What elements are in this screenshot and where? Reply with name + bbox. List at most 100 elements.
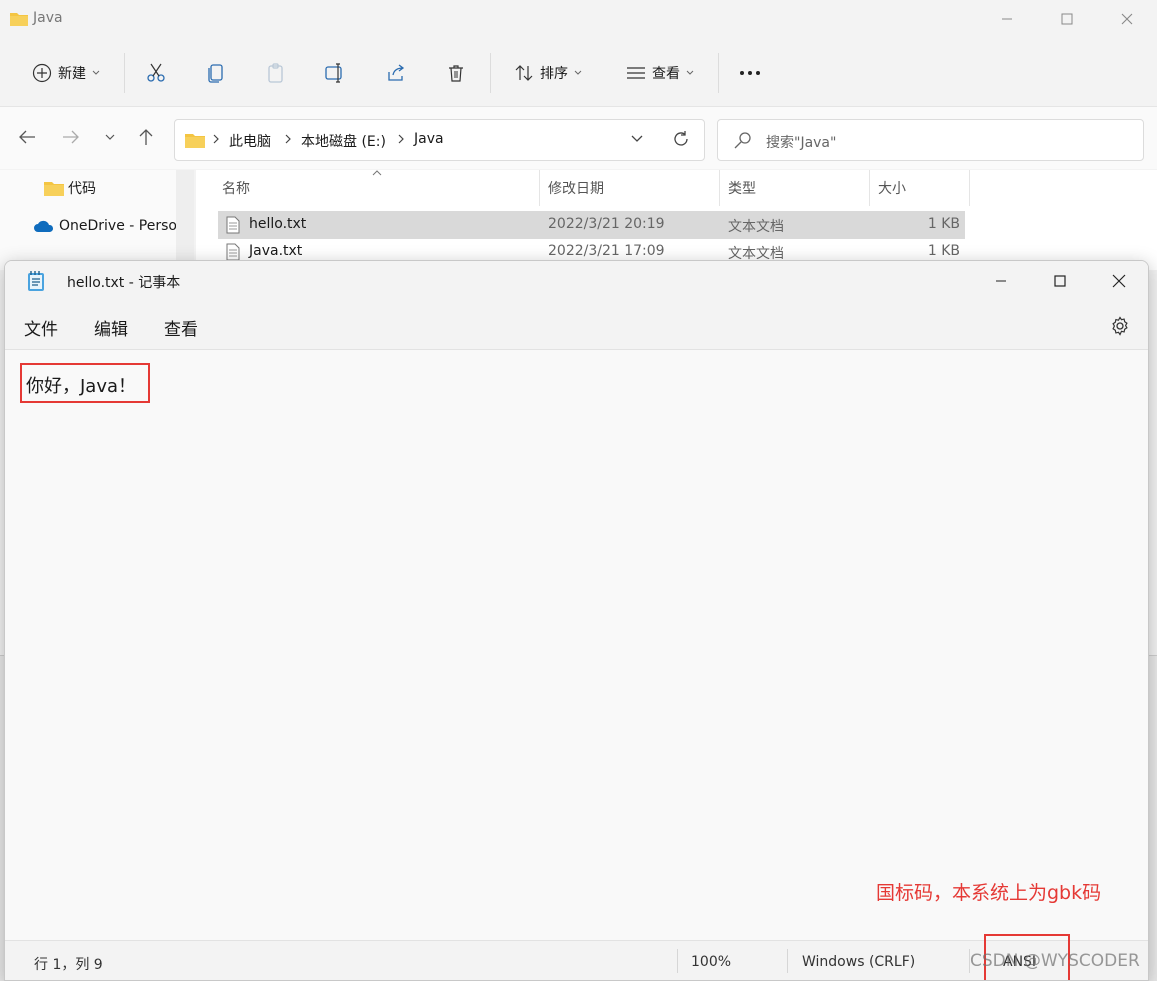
status-bar: 行 1，列 9 100% Windows (CRLF) ANSI CSDN @W… — [5, 934, 1148, 980]
menu-file[interactable]: 文件 — [24, 315, 58, 340]
up-button[interactable] — [138, 128, 154, 146]
delete-button[interactable] — [436, 53, 476, 93]
text-file-icon — [226, 216, 240, 234]
forward-button[interactable] — [62, 129, 80, 145]
new-label: 新建 — [58, 66, 86, 82]
column-header-type[interactable]: 类型 — [728, 178, 756, 198]
nav-item-onedrive[interactable]: OneDrive - Perso — [33, 218, 176, 234]
chevron-down-icon — [92, 70, 100, 76]
settings-gear-icon[interactable] — [1110, 316, 1130, 336]
folder-icon — [44, 180, 64, 196]
toolbar-divider — [718, 53, 719, 93]
scissors-icon — [146, 63, 166, 83]
annotation-text: 国标码，本系统上为gbk码 — [876, 882, 1102, 904]
address-bar[interactable]: 此电脑 本地磁盘 (E:) Java — [174, 119, 705, 161]
column-header-name[interactable]: 名称 — [222, 178, 250, 198]
menu-view[interactable]: 查看 — [164, 315, 198, 340]
clipboard-icon — [266, 63, 286, 83]
column-divider[interactable] — [539, 170, 540, 206]
search-placeholder: 搜索"Java" — [766, 135, 837, 151]
file-name: hello.txt — [249, 216, 307, 232]
notepad-window: hello.txt - 记事本 文件 编辑 查看 你好，Java！ 国标码，本系… — [4, 260, 1149, 981]
nav-item-code[interactable]: 代码 — [44, 178, 96, 198]
share-button[interactable] — [376, 53, 416, 93]
paste-button[interactable] — [256, 53, 296, 93]
chevron-right-icon — [213, 134, 220, 144]
nav-scrollbar[interactable] — [176, 170, 194, 265]
notepad-titlebar: hello.txt - 记事本 — [5, 261, 1148, 301]
sort-ascending-icon — [372, 170, 382, 176]
share-icon — [386, 63, 406, 83]
menu-edit[interactable]: 编辑 — [94, 315, 128, 340]
breadcrumb-drive[interactable]: 本地磁盘 (E:) — [301, 131, 386, 151]
file-size: 1 KB — [927, 243, 960, 259]
chevron-right-icon — [285, 134, 292, 144]
chevron-down-icon[interactable] — [631, 135, 643, 143]
zoom-level: 100% — [691, 954, 732, 970]
watermark: CSDN @WYSCODER — [970, 951, 1140, 971]
explorer-toolbar: 新建 排序 查看 — [0, 44, 1157, 102]
chevron-right-icon — [398, 134, 405, 144]
line-ending: Windows (CRLF) — [802, 954, 916, 970]
column-divider[interactable] — [969, 170, 970, 206]
menu-bar: 文件 编辑 查看 — [5, 301, 1148, 350]
copy-icon — [206, 63, 226, 83]
toolbar-divider — [490, 53, 491, 93]
minimize-button[interactable] — [984, 0, 1030, 38]
explorer-title: Java — [33, 10, 63, 26]
highlight-box — [20, 363, 150, 403]
cut-button[interactable] — [136, 53, 176, 93]
nav-item-label: OneDrive - Perso — [59, 218, 176, 234]
address-row: 此电脑 本地磁盘 (E:) Java 搜索"Java" — [0, 106, 1157, 169]
back-button[interactable] — [18, 129, 36, 145]
column-divider[interactable] — [869, 170, 870, 206]
folder-icon — [10, 11, 28, 26]
column-header-date[interactable]: 修改日期 — [548, 178, 604, 198]
file-date: 2022/3/21 17:09 — [548, 243, 665, 259]
text-file-icon — [226, 243, 240, 261]
notepad-app-icon — [27, 270, 45, 292]
search-box[interactable]: 搜索"Java" — [717, 119, 1144, 161]
navigation-pane: 代码 OneDrive - Perso — [0, 170, 176, 270]
view-button[interactable]: 查看 — [614, 53, 706, 93]
search-icon — [734, 131, 752, 149]
list-view-icon — [626, 63, 646, 83]
file-name: Java.txt — [249, 243, 303, 259]
more-options-button[interactable] — [730, 53, 770, 93]
status-divider — [787, 949, 788, 973]
notepad-title: hello.txt - 记事本 — [67, 275, 181, 291]
nav-item-label: 代码 — [68, 181, 96, 197]
trash-icon — [446, 63, 466, 83]
folder-icon — [185, 132, 205, 148]
recent-locations-button[interactable] — [105, 134, 115, 141]
onedrive-cloud-icon — [33, 219, 55, 233]
column-divider[interactable] — [719, 170, 720, 206]
explorer-titlebar: Java — [0, 0, 1157, 38]
rename-button[interactable] — [316, 53, 356, 93]
breadcrumb-java[interactable]: Java — [414, 131, 444, 147]
new-button[interactable]: 新建 — [20, 53, 112, 93]
column-header-size[interactable]: 大小 — [878, 178, 906, 198]
sort-label: 排序 — [540, 66, 568, 82]
view-label: 查看 — [652, 66, 680, 82]
cursor-position: 行 1，列 9 — [34, 957, 103, 973]
file-size: 1 KB — [927, 216, 960, 232]
maximize-button[interactable] — [1037, 261, 1083, 301]
sort-icon — [514, 63, 534, 83]
chevron-down-icon — [574, 70, 582, 76]
more-icon — [739, 70, 761, 76]
maximize-button[interactable] — [1044, 0, 1090, 38]
close-button[interactable] — [1104, 0, 1150, 38]
chevron-down-icon — [686, 70, 694, 76]
text-editor[interactable]: 你好，Java！ 国标码，本系统上为gbk码 — [5, 350, 1148, 940]
breadcrumb-this-pc[interactable]: 此电脑 — [229, 131, 271, 151]
toolbar-divider — [124, 53, 125, 93]
copy-button[interactable] — [196, 53, 236, 93]
minimize-button[interactable] — [978, 261, 1024, 301]
close-button[interactable] — [1096, 261, 1142, 301]
file-list: 名称 修改日期 类型 大小 hello.txt 2022/3/21 20:19 … — [196, 170, 1157, 270]
refresh-icon[interactable] — [672, 130, 690, 148]
sort-button[interactable]: 排序 — [502, 53, 594, 93]
file-type: 文本文档 — [728, 219, 784, 235]
table-row[interactable]: hello.txt 2022/3/21 20:19 文本文档 1 KB — [218, 211, 965, 239]
